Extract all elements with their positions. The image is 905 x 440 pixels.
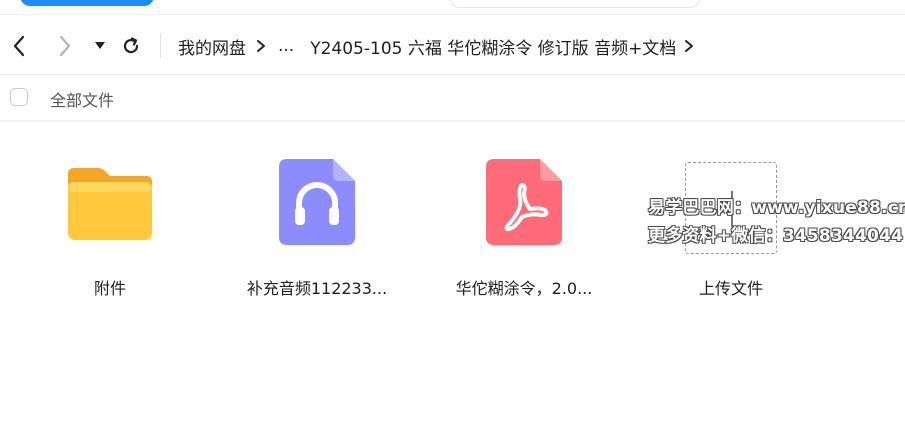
divider (0, 120, 905, 122)
upload-dashed-box (685, 162, 777, 254)
nav-separator (160, 34, 161, 58)
primary-action-button[interactable] (20, 0, 154, 6)
history-dropdown-button[interactable] (90, 32, 110, 60)
divider (0, 74, 905, 75)
breadcrumb-current[interactable]: Y2405-105 六福 华佗糊涂令 修订版 音频+文档 (310, 34, 676, 59)
forward-button[interactable] (52, 32, 78, 60)
breadcrumb-ellipsis[interactable]: ... (278, 36, 294, 56)
upload-label: 上传文件 (698, 279, 763, 298)
select-all-row: 全部文件 (0, 84, 905, 114)
refresh-icon (123, 37, 139, 54)
select-all-label: 全部文件 (50, 91, 115, 110)
navigation-bar: 我的网盘 ... Y2405-105 六福 华佗糊涂令 修订版 音频+文档 (0, 26, 905, 66)
plus-icon (731, 191, 733, 227)
back-button[interactable] (6, 32, 32, 60)
file-name: 附件 (93, 279, 126, 298)
file-item-audio[interactable]: 补充音频112233... (217, 152, 417, 312)
breadcrumb: 我的网盘 ... Y2405-105 六福 华佗糊涂令 修订版 音频+文档 (178, 32, 706, 60)
select-all-checkbox[interactable] (10, 88, 28, 106)
folder-icon (60, 152, 160, 252)
chevron-right-icon (59, 35, 71, 57)
chevron-right-icon[interactable] (684, 39, 694, 53)
upload-plus-icon (681, 158, 781, 258)
file-item-pdf[interactable]: 华佗糊涂令，2.0... (424, 152, 624, 312)
caret-down-icon (95, 42, 105, 49)
file-name: 补充音频112233... (246, 279, 388, 298)
top-divider (0, 14, 905, 15)
chevron-left-icon (13, 35, 25, 57)
upload-file-tile[interactable]: 上传文件 (631, 152, 831, 312)
audio-file-icon (267, 152, 367, 252)
search-bar[interactable] (450, 0, 700, 8)
refresh-button[interactable] (118, 32, 144, 60)
pdf-file-icon (474, 152, 574, 252)
breadcrumb-root[interactable]: 我的网盘 (178, 34, 246, 59)
file-name: 华佗糊涂令，2.0... (455, 279, 593, 298)
file-item-folder[interactable]: 附件 (10, 152, 210, 312)
chevron-right-icon (256, 39, 266, 53)
